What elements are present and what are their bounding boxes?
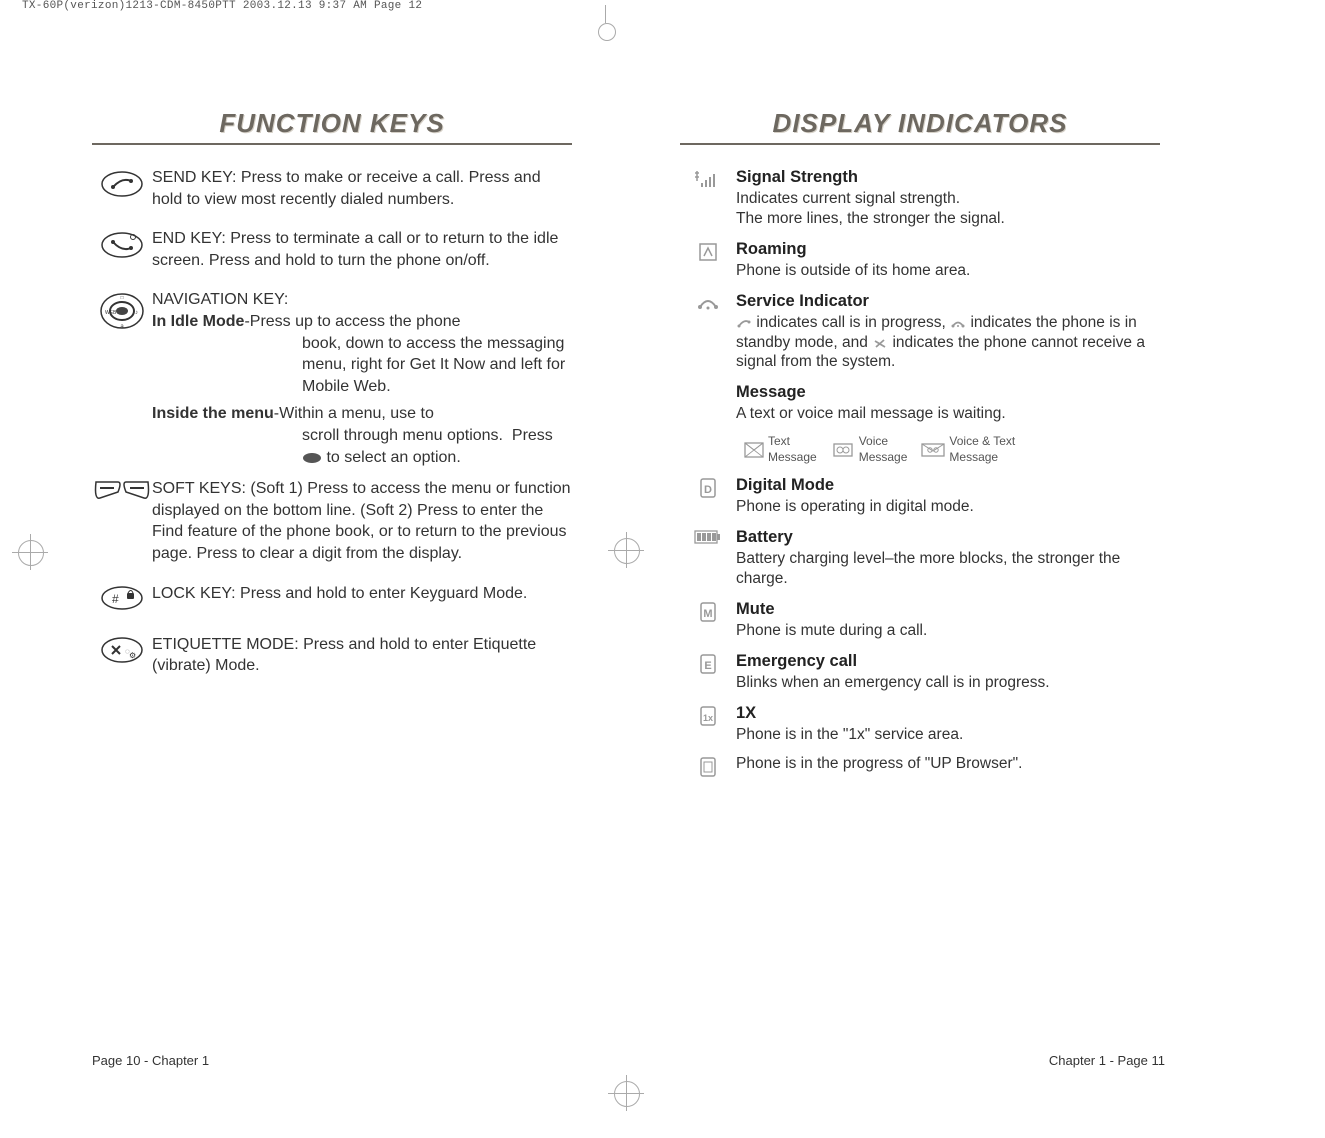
emergency-desc: Blinks when an emergency call is in prog… bbox=[736, 674, 1050, 691]
crop-mark-bottom bbox=[606, 1073, 646, 1113]
roaming-desc: Phone is outside of its home area. bbox=[736, 262, 970, 279]
voice-text-message-label: Voice & Text Message bbox=[949, 434, 1015, 465]
etiquette-icon: ◌ ⚙ bbox=[92, 634, 152, 669]
message-title: Message bbox=[736, 382, 1160, 403]
nav-key-entry: □ a WEB ♪ NAVIGATION KEY: In Idle Mode-P… bbox=[92, 289, 572, 468]
text-message-label: Text Message bbox=[768, 434, 817, 465]
ok-button-icon bbox=[302, 452, 322, 464]
roaming-title: Roaming bbox=[736, 239, 1160, 260]
svg-text:WEB: WEB bbox=[105, 310, 117, 316]
nav-idle-cont: book, down to access the messaging menu,… bbox=[152, 333, 572, 398]
digital-title: Digital Mode bbox=[736, 475, 1160, 496]
digital-entry: D Digital Mode Phone is operating in dig… bbox=[680, 475, 1160, 517]
battery-icon bbox=[680, 527, 736, 550]
battery-title: Battery bbox=[736, 527, 1160, 548]
svg-text:#: # bbox=[112, 592, 119, 606]
soft-keys-text: SOFT KEYS: (Soft 1) Press to access the … bbox=[152, 478, 572, 564]
nav-menu-lead: Inside the menu bbox=[152, 405, 274, 422]
signal-icon bbox=[680, 167, 736, 196]
nav-idle-lead: In Idle Mode bbox=[152, 313, 244, 330]
crop-mark-center bbox=[606, 530, 646, 570]
lock-key-icon: # bbox=[92, 583, 152, 616]
onex-title: 1X bbox=[736, 703, 1160, 724]
text-message-icon bbox=[744, 442, 764, 458]
left-page: FUNCTION KEYS SEND KEY: Press to make or… bbox=[92, 98, 572, 695]
nav-key-icon: □ a WEB ♪ bbox=[92, 289, 152, 336]
message-blank-icon bbox=[680, 382, 736, 384]
nav-menu-cont: scroll through menu options. Press to se… bbox=[152, 425, 572, 468]
svg-text:1x: 1x bbox=[703, 713, 713, 723]
signal-desc: Indicates current signal strength. The m… bbox=[736, 190, 1005, 227]
right-page: DISPLAY INDICATORS Signal Strength Indic… bbox=[680, 98, 1160, 793]
file-meta-line: TX-60P(verizon)1213-CDM-8450PTT 2003.12.… bbox=[22, 0, 422, 12]
etiquette-entry: ◌ ⚙ ETIQUETTE MODE: Press and hold to en… bbox=[92, 634, 572, 677]
service-desc: indicates call is in progress, indicates… bbox=[736, 314, 1145, 371]
battery-entry: Battery Battery charging level–the more … bbox=[680, 527, 1160, 589]
onex-entry: 1x 1X Phone is in the "1x" service area. bbox=[680, 703, 1160, 745]
emergency-icon: E bbox=[680, 651, 736, 680]
svg-text:⚙: ⚙ bbox=[129, 651, 136, 660]
signal-entry: Signal Strength Indicates current signal… bbox=[680, 167, 1160, 229]
footer-right: Chapter 1 - Page 11 bbox=[1049, 1053, 1165, 1068]
function-keys-title: FUNCTION KEYS bbox=[92, 108, 572, 139]
roaming-entry: Roaming Phone is outside of its home are… bbox=[680, 239, 1160, 281]
service-entry: Service Indicator indicates call is in p… bbox=[680, 291, 1160, 373]
nav-key-label: NAVIGATION KEY: bbox=[152, 291, 288, 308]
svg-text:a: a bbox=[120, 324, 124, 330]
emergency-entry: E Emergency call Blinks when an emergenc… bbox=[680, 651, 1160, 693]
send-key-text: SEND KEY: Press to make or receive a cal… bbox=[152, 167, 572, 210]
title-rule-right bbox=[680, 143, 1160, 145]
message-type-icons: Text Message Voice Message Voice & Text … bbox=[744, 434, 1160, 465]
end-key-icon bbox=[92, 228, 152, 265]
nav-key-text: NAVIGATION KEY: In Idle Mode-Press up to… bbox=[152, 289, 572, 468]
browser-icon bbox=[680, 754, 736, 783]
end-key-entry: END KEY: Press to terminate a call or to… bbox=[92, 228, 572, 271]
end-key-text: END KEY: Press to terminate a call or to… bbox=[152, 228, 572, 271]
send-key-entry: SEND KEY: Press to make or receive a cal… bbox=[92, 167, 572, 210]
display-indicators-title: DISPLAY INDICATORS bbox=[680, 108, 1160, 139]
voice-message-label: Voice Message bbox=[859, 434, 908, 465]
nav-idle-text-start: -Press up to access the phone bbox=[244, 313, 460, 330]
etiquette-text: ETIQUETTE MODE: Press and hold to enter … bbox=[152, 634, 572, 677]
service-icon bbox=[680, 291, 736, 318]
title-rule bbox=[92, 143, 572, 145]
onex-desc: Phone is in the "1x" service area. bbox=[736, 726, 963, 743]
message-desc: A text or voice mail message is waiting. bbox=[736, 405, 1006, 422]
send-key-icon bbox=[92, 167, 152, 204]
footer-left: Page 10 - Chapter 1 bbox=[92, 1053, 209, 1068]
nav-menu-text-start: -Within a menu, use to bbox=[274, 405, 434, 422]
crop-mark-left bbox=[10, 532, 50, 572]
lock-key-entry: # LOCK KEY: Press and hold to enter Keyg… bbox=[92, 583, 572, 616]
voice-message-icon bbox=[831, 441, 855, 459]
svg-text:♪: ♪ bbox=[135, 310, 138, 316]
signal-title: Signal Strength bbox=[736, 167, 1160, 188]
digital-icon: D bbox=[680, 475, 736, 504]
soft-keys-entry: SOFT KEYS: (Soft 1) Press to access the … bbox=[92, 478, 572, 564]
svg-text:M: M bbox=[703, 608, 712, 620]
svg-text:□: □ bbox=[120, 295, 123, 301]
mute-entry: M Mute Phone is mute during a call. bbox=[680, 599, 1160, 641]
browser-entry: Phone is in the progress of "UP Browser"… bbox=[680, 754, 1160, 783]
voice-text-message-icon bbox=[921, 441, 945, 459]
browser-desc: Phone is in the progress of "UP Browser"… bbox=[736, 755, 1022, 772]
roaming-icon bbox=[680, 239, 736, 268]
mute-desc: Phone is mute during a call. bbox=[736, 622, 927, 639]
svg-text:D: D bbox=[704, 484, 712, 496]
soft-keys-icon bbox=[92, 478, 152, 507]
digital-desc: Phone is operating in digital mode. bbox=[736, 498, 974, 515]
message-entry: Message A text or voice mail message is … bbox=[680, 382, 1160, 465]
onex-icon: 1x bbox=[680, 703, 736, 732]
emergency-title: Emergency call bbox=[736, 651, 1160, 672]
svg-text:E: E bbox=[704, 660, 711, 672]
mute-icon: M bbox=[680, 599, 736, 628]
service-title: Service Indicator bbox=[736, 291, 1160, 312]
crop-mark-top bbox=[586, 5, 626, 40]
mute-title: Mute bbox=[736, 599, 1160, 620]
lock-key-text: LOCK KEY: Press and hold to enter Keygua… bbox=[152, 583, 572, 605]
battery-desc: Battery charging level–the more blocks, … bbox=[736, 550, 1120, 587]
